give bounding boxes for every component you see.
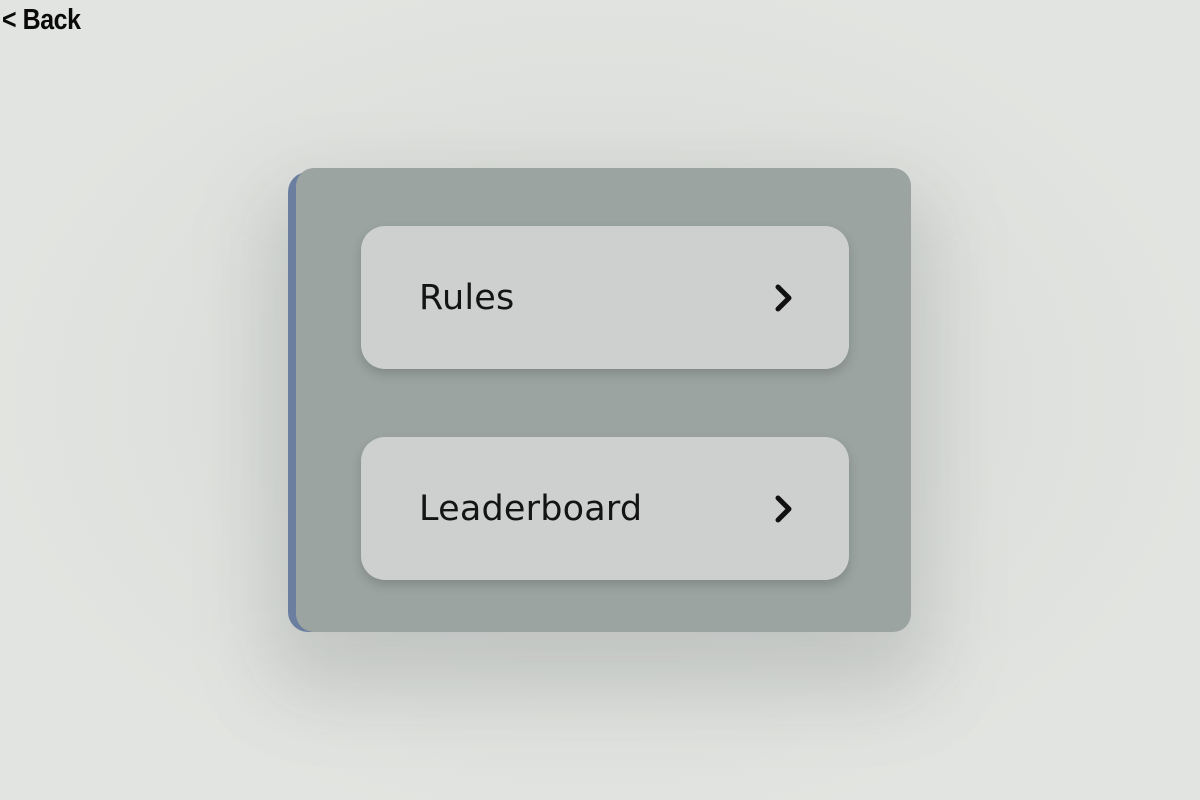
- chevron-right-icon: [775, 284, 792, 311]
- rules-label: Rules: [419, 277, 515, 318]
- leaderboard-label: Leaderboard: [419, 488, 643, 529]
- back-button[interactable]: < Back: [2, 2, 81, 38]
- leaderboard-button[interactable]: Leaderboard: [361, 437, 849, 580]
- menu-card: Rules Leaderboard: [296, 168, 911, 632]
- rules-button[interactable]: Rules: [361, 226, 849, 369]
- chevron-right-icon: [775, 495, 792, 522]
